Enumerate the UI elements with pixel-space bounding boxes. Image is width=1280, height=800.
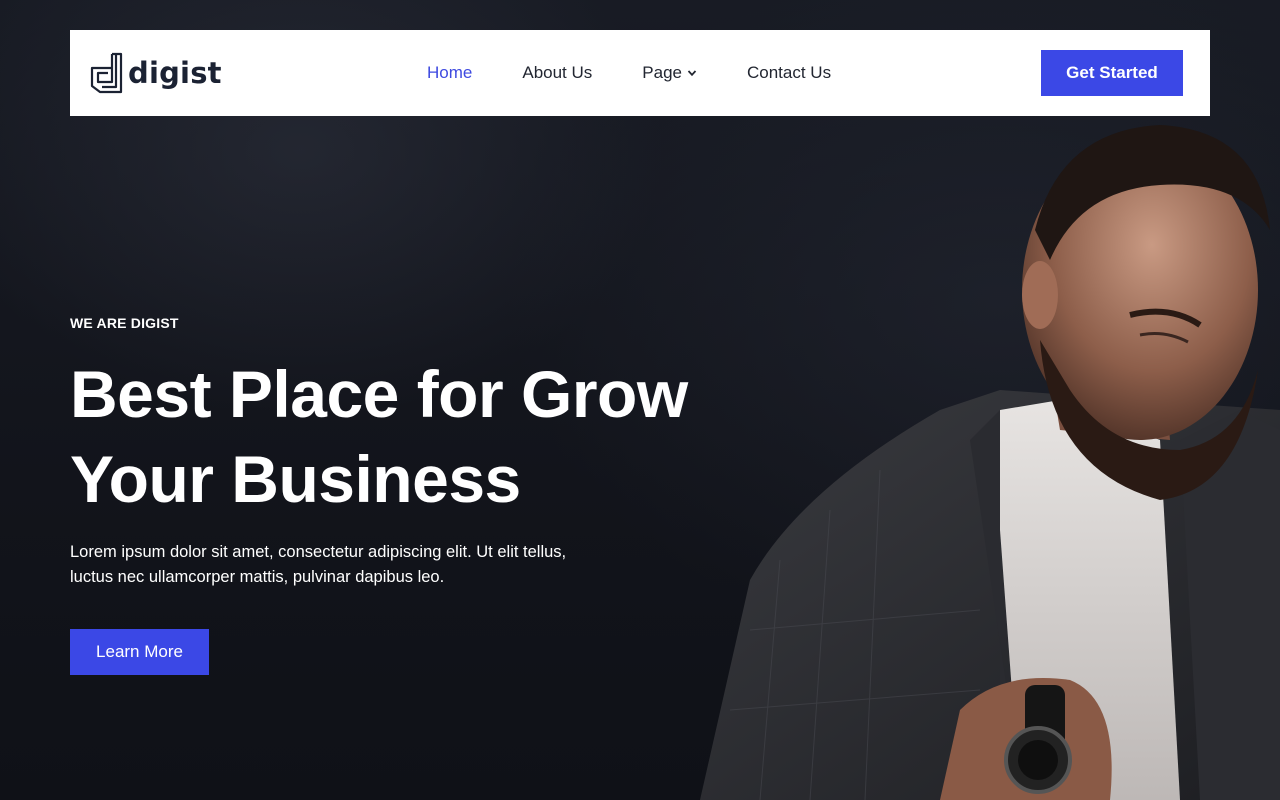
hero-description: Lorem ipsum dolor sit amet, consectetur … (70, 540, 650, 590)
hero-description-line-1: Lorem ipsum dolor sit amet, consectetur … (70, 543, 567, 561)
nav-link-home[interactable]: Home (427, 63, 472, 83)
chevron-down-icon (687, 70, 697, 77)
brand-logo[interactable]: digist (90, 50, 222, 96)
hero-description-line-2: luctus nec ullamcorper mattis, pulvinar … (70, 568, 445, 586)
nav-link-page-label: Page (642, 63, 682, 82)
nav-link-page[interactable]: Page (642, 63, 697, 83)
learn-more-button[interactable]: Learn More (70, 629, 209, 675)
digist-logo-icon (90, 52, 123, 94)
hero-headline-line-2: Your Business (70, 442, 521, 516)
hero-eyebrow: WE ARE DIGIST (70, 315, 179, 331)
nav-links: Home About Us Page Contact Us (427, 30, 881, 116)
brand-name: digist (128, 56, 222, 90)
hero-headline-line-1: Best Place for Grow (70, 357, 688, 431)
hero-photo (700, 125, 1280, 800)
nav-link-about-us[interactable]: About Us (522, 63, 592, 83)
get-started-button[interactable]: Get Started (1041, 50, 1183, 96)
nav-link-contact-us[interactable]: Contact Us (747, 63, 831, 83)
navbar: digist Home About Us Page Contact Us Get… (70, 30, 1210, 116)
